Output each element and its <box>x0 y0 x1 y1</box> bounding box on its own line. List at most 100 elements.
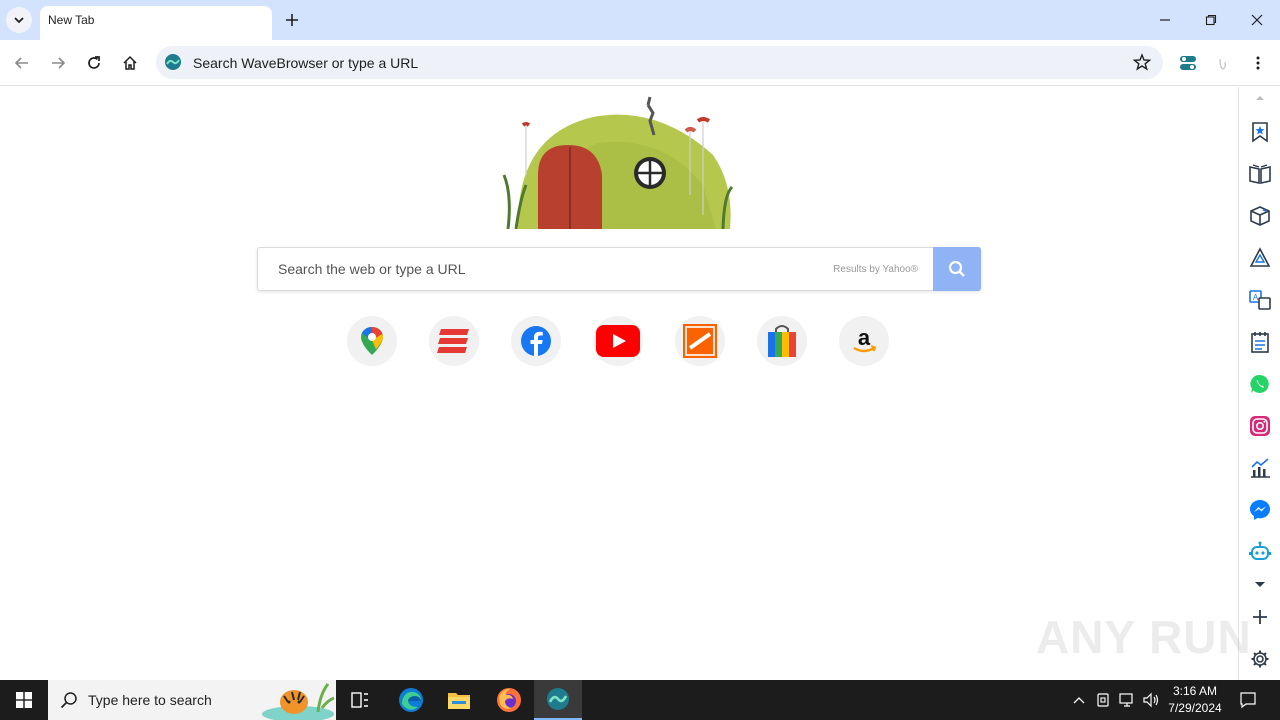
side-panel-stocks[interactable] <box>1247 455 1273 481</box>
gear-icon <box>1251 650 1269 668</box>
forward-button[interactable] <box>44 49 72 77</box>
taskbar-search-placeholder: Type here to search <box>88 692 212 708</box>
side-panel-scroll-down[interactable] <box>1247 571 1273 597</box>
chevron-down-icon <box>1255 582 1265 587</box>
side-panel-notes[interactable] <box>1247 329 1273 355</box>
reload-icon <box>88 56 100 69</box>
whatsapp-icon <box>1250 374 1269 393</box>
address-bar[interactable]: Search WaveBrowser or type a URL <box>156 46 1163 79</box>
shortcut-youtube[interactable] <box>593 316 643 366</box>
plus-icon <box>1253 610 1267 624</box>
tray-show-hidden[interactable] <box>1070 691 1088 709</box>
youtube-icon <box>596 325 640 357</box>
wavebrowser-logo-icon <box>165 54 181 70</box>
web-search-button[interactable] <box>933 247 981 291</box>
start-button[interactable] <box>0 680 48 720</box>
new-tab-button[interactable] <box>280 8 304 32</box>
arrow-left-icon <box>14 57 28 69</box>
back-button[interactable] <box>8 49 36 77</box>
tab-title: New Tab <box>48 13 95 27</box>
side-panel-recycle[interactable] <box>1247 245 1273 271</box>
clock-date: 7/29/2024 <box>1168 701 1222 715</box>
menu-button[interactable] <box>1244 49 1272 77</box>
instagram-icon <box>1250 416 1270 436</box>
side-panel-packages[interactable] <box>1247 203 1273 229</box>
network-icon <box>1119 693 1133 707</box>
windows-logo-icon <box>16 692 32 708</box>
tray-network[interactable] <box>1118 691 1136 709</box>
chevron-up-icon <box>1256 96 1264 100</box>
side-panel-reading[interactable] <box>1247 161 1273 187</box>
toggle-extension-icon <box>1180 56 1196 70</box>
taskbar-search-box[interactable]: Type here to search <box>48 680 336 720</box>
chevron-up-icon <box>1073 697 1085 704</box>
svg-text:A: A <box>1253 293 1259 302</box>
taskbar-wavebrowser[interactable] <box>534 680 582 720</box>
clock-time: 3:16 AM <box>1172 684 1218 698</box>
robot-icon <box>1249 541 1271 560</box>
firefox-icon <box>497 688 521 712</box>
shortcut-shopping-bag[interactable] <box>757 316 807 366</box>
side-panel-scroll-up[interactable] <box>1247 87 1273 109</box>
side-panel-messenger[interactable] <box>1247 497 1273 523</box>
recycle-triangle-icon <box>1249 247 1271 267</box>
device-icon <box>1097 693 1109 707</box>
google-maps-icon <box>361 327 383 355</box>
close-button[interactable] <box>1242 6 1272 34</box>
hero-illustration <box>502 96 734 229</box>
taskbar-clock[interactable]: 3:16 AM 7/29/2024 <box>1160 683 1230 717</box>
extension-icon <box>1219 58 1226 70</box>
browser-toolbar: Search WaveBrowser or type a URL <box>0 40 1280 86</box>
taskbar-edge[interactable] <box>387 680 435 720</box>
notification-icon <box>1240 692 1256 709</box>
taskbar-file-explorer[interactable] <box>435 680 483 720</box>
amazon-icon: a <box>853 326 877 353</box>
shortcut-facebook[interactable] <box>511 316 561 366</box>
more-vertical-icon <box>1256 56 1260 70</box>
stock-chart-icon <box>1251 458 1270 478</box>
close-icon <box>1251 14 1263 26</box>
tray-volume[interactable] <box>1142 691 1160 709</box>
new-tab-page: Results by Yahoo® <box>0 87 1238 680</box>
tiger-illustration-icon <box>262 683 335 720</box>
plus-icon <box>286 14 298 26</box>
shortcut-home-depot[interactable] <box>675 316 725 366</box>
shortcut-google-maps[interactable] <box>347 316 397 366</box>
side-panel-whatsapp[interactable] <box>1247 371 1273 397</box>
shopping-bag-icon <box>768 325 796 357</box>
taskbar-firefox[interactable] <box>485 680 533 720</box>
taskbar-task-view[interactable] <box>336 680 384 720</box>
translate-icon: A <box>1249 290 1271 310</box>
reload-button[interactable] <box>80 49 108 77</box>
bookmark-star-icon <box>1252 122 1268 143</box>
speaker-icon <box>1143 692 1159 708</box>
bookmark-star-icon[interactable] <box>1133 53 1151 71</box>
minimize-icon <box>1160 19 1170 21</box>
web-search-box: Results by Yahoo® <box>257 247 981 291</box>
windows-taskbar: Type here to search 3:16 AM 7/29/2024 <box>0 680 1280 720</box>
extension-button[interactable] <box>1208 49 1236 77</box>
side-panel-bookmarks[interactable] <box>1247 119 1273 145</box>
side-panel-ai-assistant[interactable] <box>1247 539 1273 565</box>
web-search-input[interactable] <box>278 248 798 290</box>
package-box-icon <box>1250 206 1270 226</box>
shortcut-amazon[interactable]: a <box>839 316 889 366</box>
search-icon <box>60 692 77 709</box>
minimize-button[interactable] <box>1150 6 1180 34</box>
extension-toggle-button[interactable] <box>1174 49 1202 77</box>
restore-button[interactable] <box>1196 6 1226 34</box>
side-panel-translate[interactable]: A <box>1247 287 1273 313</box>
svg-text:a: a <box>858 326 871 350</box>
restore-icon <box>1205 14 1217 26</box>
side-panel: A <box>1238 87 1280 680</box>
home-button[interactable] <box>116 49 144 77</box>
facebook-icon <box>521 326 551 356</box>
tray-notifications[interactable] <box>1238 690 1258 710</box>
tab-search-button[interactable] <box>6 7 32 33</box>
tray-device[interactable] <box>1094 691 1112 709</box>
tab-new-tab[interactable]: New Tab <box>40 6 272 40</box>
shortcut-red-stripes[interactable] <box>429 316 479 366</box>
home-depot-icon <box>683 324 717 358</box>
side-panel-instagram[interactable] <box>1247 413 1273 439</box>
open-book-icon <box>1249 164 1271 184</box>
